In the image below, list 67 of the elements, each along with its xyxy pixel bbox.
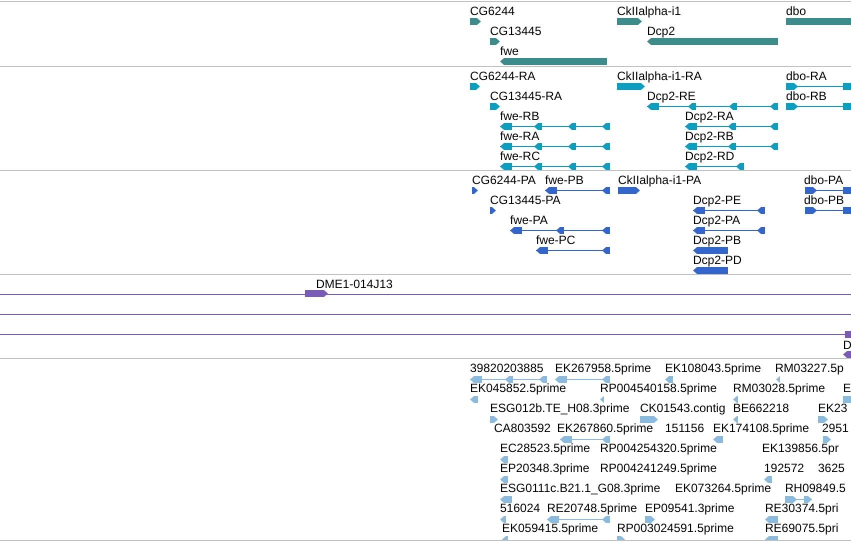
- feature-label[interactable]: ESG0111c.B21.1_G08.3prime: [500, 481, 660, 495]
- feature-label[interactable]: dbo-RB: [786, 89, 827, 103]
- feature-label[interactable]: dbo-PA: [804, 173, 844, 187]
- feature-label[interactable]: Dcp2: [647, 24, 676, 38]
- feature-label[interactable]: Dcp2-PE: [693, 193, 742, 207]
- feature-label[interactable]: Dcp2-PB: [693, 233, 742, 247]
- feature-label[interactable]: dbo: [786, 4, 806, 18]
- feature-label[interactable]: EK267958.5prime: [555, 361, 652, 375]
- feature-label[interactable]: CG6244-PA: [472, 173, 536, 187]
- feature-label[interactable]: ESG012b.TE_H08.3prime: [490, 401, 630, 415]
- feature-label[interactable]: 39820203885: [470, 361, 544, 375]
- feature-label[interactable]: Dcp2-RD: [685, 149, 734, 163]
- feature-label[interactable]: fwe-PA: [510, 213, 548, 227]
- feature-label[interactable]: EP20348.3prime: [500, 461, 590, 475]
- feature-label[interactable]: CG13445-PA: [490, 193, 560, 207]
- feature-label[interactable]: Dcp2-PA: [693, 213, 740, 227]
- feature-label[interactable]: CG13445-RA: [490, 89, 562, 103]
- feature-label[interactable]: E: [843, 381, 851, 395]
- feature-label[interactable]: fwe-PB: [545, 173, 584, 187]
- feature-label[interactable]: RP004254320.5prime: [600, 441, 717, 455]
- feature-label[interactable]: RM03227.5p: [775, 361, 844, 375]
- feature-label[interactable]: RP004540158.5prime: [600, 381, 717, 395]
- feature-label[interactable]: RE69075.5pri: [765, 521, 838, 535]
- feature-label[interactable]: dbo-PB: [804, 193, 844, 207]
- feature-label[interactable]: fwe-RB: [500, 109, 540, 123]
- feature-label[interactable]: CG6244-RA: [470, 69, 536, 83]
- feature-label[interactable]: EK139856.5pr: [762, 441, 839, 455]
- feature-label[interactable]: fwe-PC: [536, 233, 576, 247]
- feature-label[interactable]: DME1-014J13: [316, 277, 393, 291]
- feature-label[interactable]: CG13445: [490, 24, 542, 38]
- feature-label[interactable]: Dcp2-PD: [693, 253, 742, 267]
- feature-label[interactable]: RE30374.5pri: [765, 501, 838, 515]
- feature-label[interactable]: EK267860.5prime: [557, 421, 654, 435]
- feature-label[interactable]: CkIIalpha-i1-PA: [618, 173, 702, 187]
- feature-label[interactable]: EK174108.5prime: [713, 421, 810, 435]
- feature-label[interactable]: 516024: [500, 501, 540, 515]
- feature-label[interactable]: RE20748.5prime: [547, 501, 638, 515]
- feature-label[interactable]: EK059415.5prime: [502, 521, 598, 535]
- feature-label[interactable]: EK23: [818, 401, 848, 415]
- feature-label[interactable]: fwe-RA: [500, 129, 540, 143]
- feature-label[interactable]: 192572: [764, 461, 804, 475]
- feature-label[interactable]: EK108043.5prime: [665, 361, 762, 375]
- feature-label[interactable]: EP09541.3prime: [645, 501, 734, 515]
- clone-end-mark: [845, 331, 851, 338]
- feature-label[interactable]: 3625: [818, 461, 845, 475]
- feature-label[interactable]: fwe-RC: [500, 149, 540, 163]
- feature-label[interactable]: CK01543.contig: [640, 401, 726, 415]
- feature-label[interactable]: RH09849.5: [785, 481, 846, 495]
- feature-label[interactable]: RM03028.5prime: [733, 381, 826, 395]
- feature-label[interactable]: Dcp2-RB: [685, 129, 734, 143]
- feature-label[interactable]: EK073264.5prime: [675, 481, 772, 495]
- feature-label[interactable]: RP004241249.5prime: [600, 461, 717, 475]
- feature-label[interactable]: EC28523.5prime: [500, 441, 590, 455]
- feature-label[interactable]: fwe: [500, 44, 519, 58]
- feature-label[interactable]: Dcp2-RE: [647, 89, 696, 103]
- feature-label[interactable]: BE662218: [733, 401, 790, 415]
- feature-label[interactable]: EK045852.5prime: [470, 381, 566, 395]
- feature-label[interactable]: 151156: [665, 421, 704, 435]
- feature-label[interactable]: Dcp2-RA: [685, 109, 734, 123]
- feature-label[interactable]: CkIIalpha-i1: [617, 4, 682, 18]
- feature-label[interactable]: RP003024591.5prime: [617, 521, 734, 535]
- feature-label[interactable]: CG6244: [470, 4, 515, 18]
- feature-label[interactable]: CkIIalpha-i1-RA: [617, 69, 702, 83]
- feature-label[interactable]: D: [843, 338, 851, 352]
- feature-label[interactable]: CA803592: [494, 421, 551, 435]
- feature-label[interactable]: dbo-RA: [786, 69, 827, 83]
- feature-label[interactable]: 2951: [822, 421, 849, 435]
